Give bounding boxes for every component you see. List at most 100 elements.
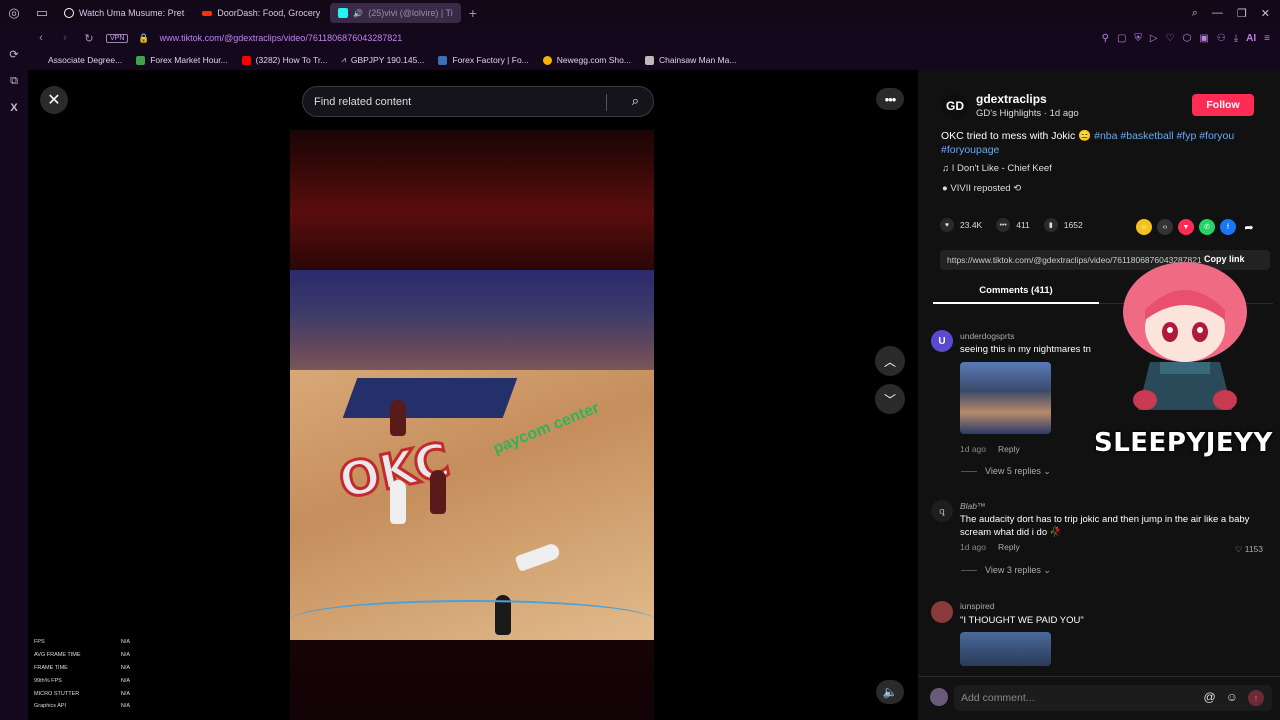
forward-arrow-icon[interactable]: ›: [58, 32, 72, 44]
search-icon[interactable]: ⌕: [632, 93, 639, 109]
vpn-badge[interactable]: VPN: [106, 33, 129, 43]
search-tabs-icon[interactable]: ⌕: [1192, 7, 1198, 20]
close-window-icon[interactable]: ✕: [1261, 7, 1270, 20]
comment-time: 1d ago: [960, 542, 986, 552]
extensions-icon[interactable]: ⬡: [1183, 33, 1192, 44]
post-caption: OKC tried to mess with Jokic 😑 #nba #bas…: [941, 129, 1251, 157]
bookmark-label: Associate Degree...: [48, 55, 123, 65]
bookmark-gbpjpy[interactable]: ⩘ GBPJPY 190.145...: [341, 55, 424, 65]
comment-meta: 1d ago Reply: [960, 444, 1020, 454]
browser-tab-tiktok[interactable]: 🔊 (25)vivi (@lolvire) | Ti: [330, 3, 461, 23]
embed-code-icon[interactable]: ‹›: [1157, 219, 1173, 235]
send-share-icon[interactable]: ▼: [1178, 219, 1194, 235]
bookmark-associate-degree[interactable]: Associate Degree...: [48, 55, 122, 65]
send-arrow-icon[interactable]: ↑: [1248, 690, 1264, 706]
more-share-arrow-icon[interactable]: ➦: [1241, 219, 1257, 235]
add-comment-input[interactable]: Add comment... @ ☺ ↑: [954, 685, 1272, 711]
author-avatar[interactable]: GD: [942, 93, 968, 119]
snapshot-icon[interactable]: ▢: [1117, 33, 1126, 44]
caption-text: OKC tried to mess with Jokic 😑: [941, 130, 1095, 142]
comment-image[interactable]: [960, 632, 1051, 666]
new-tab-plus-icon[interactable]: +: [463, 5, 483, 21]
forex-factory-icon: [438, 55, 448, 65]
reply-button[interactable]: Reply: [998, 542, 1020, 552]
tab-island-icon[interactable]: ⧉: [10, 75, 18, 88]
volume-icon[interactable]: 🔈: [876, 680, 904, 704]
view-replies-button[interactable]: View 3 replies ⌄: [961, 565, 1051, 576]
comment-item: iunspired "I THOUGHT WE PAID YOU": [931, 599, 1271, 669]
bookmark-forex-market-hours[interactable]: Forex Market Hour...: [136, 55, 228, 65]
speaker-tab-icon[interactable]: 🔊: [353, 9, 363, 18]
comment-username[interactable]: Blab™: [960, 501, 986, 511]
comment-username[interactable]: underdogsprts: [960, 331, 1014, 341]
follow-button[interactable]: Follow: [1192, 94, 1254, 116]
comment-avatar[interactable]: U: [931, 330, 953, 352]
perf-label: Graphics API: [34, 703, 67, 710]
profile-icon[interactable]: ⚇: [1217, 33, 1226, 44]
opera-logo-icon[interactable]: ◎: [0, 0, 28, 26]
comment-image[interactable]: [960, 362, 1051, 434]
music-note-icon: ♫: [942, 163, 952, 174]
reload-icon[interactable]: ↻: [82, 32, 96, 45]
address-bar: ‹ › ↻ VPN 🔒 www.tiktok.com/@gdextraclips…: [28, 26, 1280, 50]
repost-text: VIVII reposted: [950, 183, 1011, 194]
shield-icon[interactable]: ⛨: [1134, 33, 1142, 44]
more-options-icon[interactable]: •••: [876, 88, 904, 110]
bookmark-newegg[interactable]: Newegg.com Sho...: [542, 55, 631, 65]
comment-button[interactable]: ••• 411: [996, 218, 1030, 232]
heart-icon[interactable]: ♡: [1166, 33, 1175, 44]
previous-video-chevron-up-icon[interactable]: ︿: [875, 346, 905, 376]
comment-avatar[interactable]: [931, 601, 953, 623]
bookmark-label: Forex Market Hour...: [150, 55, 228, 65]
browser-tab-doordash[interactable]: DoorDash: Food, Grocery: [194, 3, 328, 23]
pin-icon[interactable]: ⚲: [1102, 33, 1109, 44]
like-button[interactable]: ♥ 23.4K: [940, 218, 982, 232]
comment-avatar[interactable]: ꝗ: [931, 500, 953, 522]
emoji-icon[interactable]: ☺: [1226, 690, 1238, 706]
back-arrow-icon[interactable]: ‹: [34, 32, 48, 44]
perf-label: MICRO STUTTER: [34, 690, 80, 697]
youtube-icon: [241, 55, 251, 65]
tab-label: DoorDash: Food, Grocery: [217, 8, 321, 18]
save-button[interactable]: ▮ 1652: [1043, 218, 1083, 232]
music-track[interactable]: ♫ I Don't Like - Chief Keef: [942, 163, 1052, 174]
perf-label: 99th% FPS: [34, 677, 62, 684]
reply-button[interactable]: Reply: [998, 444, 1020, 454]
tab-comments[interactable]: Comments (411): [933, 278, 1099, 304]
mention-icon[interactable]: @: [1204, 690, 1216, 706]
tab-switcher-icon[interactable]: ▭: [28, 0, 56, 26]
browser-tab-uma[interactable]: Watch Uma Musume: Pret: [56, 3, 192, 23]
bookmark-forex-factory[interactable]: Forex Factory | Fo...: [438, 55, 529, 65]
restore-icon[interactable]: ❐: [1237, 7, 1247, 20]
x-twitter-icon[interactable]: X: [10, 102, 17, 114]
friends-share-icon[interactable]: ☺: [1136, 219, 1152, 235]
comment-meta: 1d ago Reply: [960, 542, 1020, 552]
comment-like-button[interactable]: ♡ 1153: [1235, 544, 1263, 555]
comment-username[interactable]: iunspired: [960, 601, 995, 611]
author-name[interactable]: gdextraclips: [976, 92, 1047, 106]
close-icon[interactable]: ✕: [40, 86, 68, 114]
save-count: 1652: [1063, 220, 1083, 230]
search-divider: [606, 94, 607, 111]
perf-row: AVG FRAME TIME N/A: [34, 649, 130, 662]
video-player[interactable]: OKC paycom center: [290, 130, 654, 720]
search-input[interactable]: Find related content ⌕: [302, 86, 654, 117]
whatsapp-icon[interactable]: ✆: [1199, 219, 1215, 235]
wallet-icon[interactable]: ▣: [1199, 33, 1208, 44]
lock-icon[interactable]: 🔒: [138, 33, 149, 44]
download-icon[interactable]: ⤓: [1234, 33, 1238, 44]
menu-icon[interactable]: ≡: [1264, 33, 1270, 44]
bookmark-chainsaw-man[interactable]: Chainsaw Man Ma...: [644, 55, 736, 65]
facebook-icon[interactable]: f: [1220, 219, 1236, 235]
play-icon[interactable]: ▷: [1150, 33, 1158, 44]
history-icon[interactable]: ⟳: [9, 48, 18, 61]
next-video-chevron-down-icon[interactable]: ﹀: [875, 384, 905, 414]
view-replies-button[interactable]: View 5 replies ⌄: [961, 466, 1051, 477]
bookmark-icon: ▮: [1043, 218, 1058, 232]
ai-button[interactable]: AI: [1246, 33, 1256, 44]
minimize-icon[interactable]: —: [1212, 7, 1223, 20]
bookmarks-bar: Associate Degree... Forex Market Hour...…: [28, 50, 1280, 70]
bookmark-youtube[interactable]: (3282) How To Tr...: [241, 55, 327, 65]
url-field[interactable]: www.tiktok.com/@gdextraclips/video/76118…: [160, 33, 403, 43]
perf-value: N/A: [120, 652, 130, 659]
